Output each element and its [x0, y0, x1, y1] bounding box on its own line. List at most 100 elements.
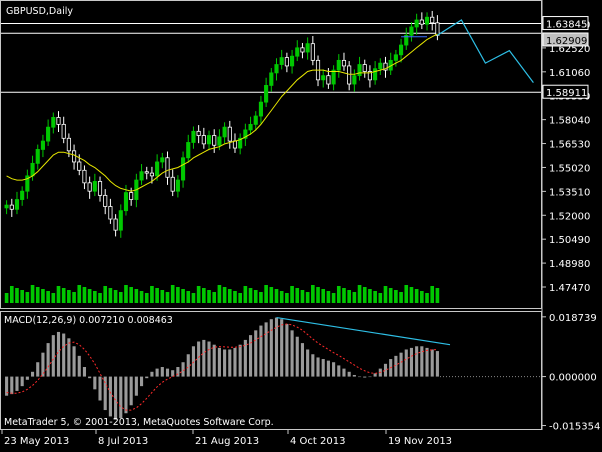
candle[interactable]	[378, 58, 383, 75]
candle[interactable]	[321, 69, 326, 88]
candle[interactable]	[238, 133, 243, 155]
macd-histogram-bar	[311, 354, 315, 377]
candle[interactable]	[82, 165, 87, 190]
candle[interactable]	[186, 134, 191, 163]
candle[interactable]	[409, 22, 414, 42]
volume-bar	[77, 285, 82, 303]
moving-average-line[interactable]	[6, 33, 438, 192]
candle[interactable]	[284, 52, 289, 73]
candle[interactable]	[72, 144, 77, 170]
volume-bar	[9, 286, 14, 303]
candle[interactable]	[243, 123, 248, 146]
candle[interactable]	[92, 173, 97, 197]
candle[interactable]	[248, 116, 253, 135]
candle[interactable]	[165, 151, 170, 185]
candle[interactable]	[20, 186, 25, 206]
current-price-label[interactable]: 1.62909	[542, 32, 589, 47]
candle[interactable]	[336, 54, 341, 78]
candle[interactable]	[144, 166, 149, 180]
price-axis[interactable]: 1.640301.625201.610601.595501.580401.565…	[542, 16, 590, 294]
macd-signal-line[interactable]	[6, 323, 438, 411]
candle[interactable]	[430, 10, 435, 31]
candle[interactable]	[435, 15, 440, 41]
candle[interactable]	[383, 56, 388, 78]
candle[interactable]	[414, 13, 419, 35]
level-price-label[interactable]: 1.63845	[542, 16, 589, 31]
mt5-chart-window[interactable]: 1.640301.625201.610601.595501.580401.565…	[0, 0, 602, 452]
candle[interactable]	[206, 130, 212, 151]
candle[interactable]	[118, 204, 123, 238]
candle[interactable]	[4, 200, 9, 215]
candle[interactable]	[14, 191, 20, 215]
candle[interactable]	[253, 111, 258, 131]
candle[interactable]	[56, 111, 61, 133]
projection-zigzag-line[interactable]	[437, 19, 534, 83]
candle[interactable]	[191, 126, 196, 149]
candle[interactable]	[305, 37, 310, 60]
time-axis[interactable]: 23 May 2013 8 Jul 2013 21 Aug 2013 4 Oct 20…	[1, 430, 452, 447]
candle[interactable]	[367, 65, 372, 88]
candle[interactable]	[175, 175, 180, 198]
candle[interactable]	[310, 36, 315, 66]
macd-axis[interactable]: 0.018739 0.000000 -0.015354	[542, 313, 600, 433]
candle[interactable]	[347, 61, 352, 91]
candle[interactable]	[419, 12, 424, 30]
price-axis-label: 1.55020	[549, 163, 590, 174]
candle[interactable]	[352, 69, 357, 92]
candle-body	[186, 142, 191, 159]
candle-body	[206, 135, 212, 145]
candle[interactable]	[181, 151, 186, 188]
candle[interactable]	[61, 116, 66, 144]
candle[interactable]	[290, 49, 295, 74]
candle[interactable]	[51, 112, 56, 134]
candle[interactable]	[279, 49, 284, 70]
candle[interactable]	[196, 125, 201, 144]
candle[interactable]	[9, 198, 14, 217]
candle[interactable]	[424, 12, 430, 31]
candle[interactable]	[113, 214, 118, 237]
candle[interactable]	[87, 176, 92, 199]
macd-histogram-bar	[150, 371, 154, 377]
candle[interactable]	[274, 58, 279, 81]
macd-histogram-bar	[15, 376, 19, 391]
candle[interactable]	[269, 68, 274, 92]
candle[interactable]	[103, 189, 108, 215]
candle[interactable]	[40, 134, 45, 158]
candle[interactable]	[315, 55, 321, 87]
candle[interactable]	[341, 52, 347, 71]
candle[interactable]	[232, 133, 238, 153]
candle[interactable]	[388, 52, 393, 75]
chart-canvas[interactable]: 1.640301.625201.610601.595501.580401.565…	[0, 0, 602, 452]
candle[interactable]	[46, 119, 51, 146]
candle[interactable]	[35, 144, 40, 170]
macd-histogram-bar	[300, 343, 305, 377]
candle[interactable]	[160, 152, 165, 169]
candle[interactable]	[212, 129, 217, 153]
candle-body	[191, 130, 196, 143]
volume-bar	[160, 290, 165, 303]
candle-body	[108, 206, 113, 220]
candle-body	[321, 75, 326, 81]
level-price-label[interactable]: 1.58911	[542, 84, 589, 99]
candle[interactable]	[373, 61, 378, 85]
candle[interactable]	[258, 95, 263, 124]
macd-histogram-bar	[228, 349, 232, 377]
candle[interactable]	[295, 40, 300, 62]
candle[interactable]	[25, 169, 30, 199]
candle[interactable]	[264, 77, 269, 107]
candle[interactable]	[300, 42, 305, 59]
macd-panel[interactable]	[5, 317, 541, 420]
candle[interactable]	[201, 127, 206, 149]
candle[interactable]	[362, 59, 367, 78]
candle[interactable]	[139, 164, 144, 185]
candle[interactable]	[222, 122, 227, 144]
candle[interactable]	[170, 169, 175, 197]
candle[interactable]	[97, 176, 103, 202]
candle[interactable]	[404, 27, 409, 50]
candle[interactable]	[108, 198, 113, 224]
candle[interactable]	[227, 120, 232, 149]
price-panel[interactable]	[1, 10, 541, 238]
candle[interactable]	[357, 56, 362, 81]
macd-divergence-line[interactable]	[276, 317, 451, 346]
candle[interactable]	[331, 65, 336, 91]
